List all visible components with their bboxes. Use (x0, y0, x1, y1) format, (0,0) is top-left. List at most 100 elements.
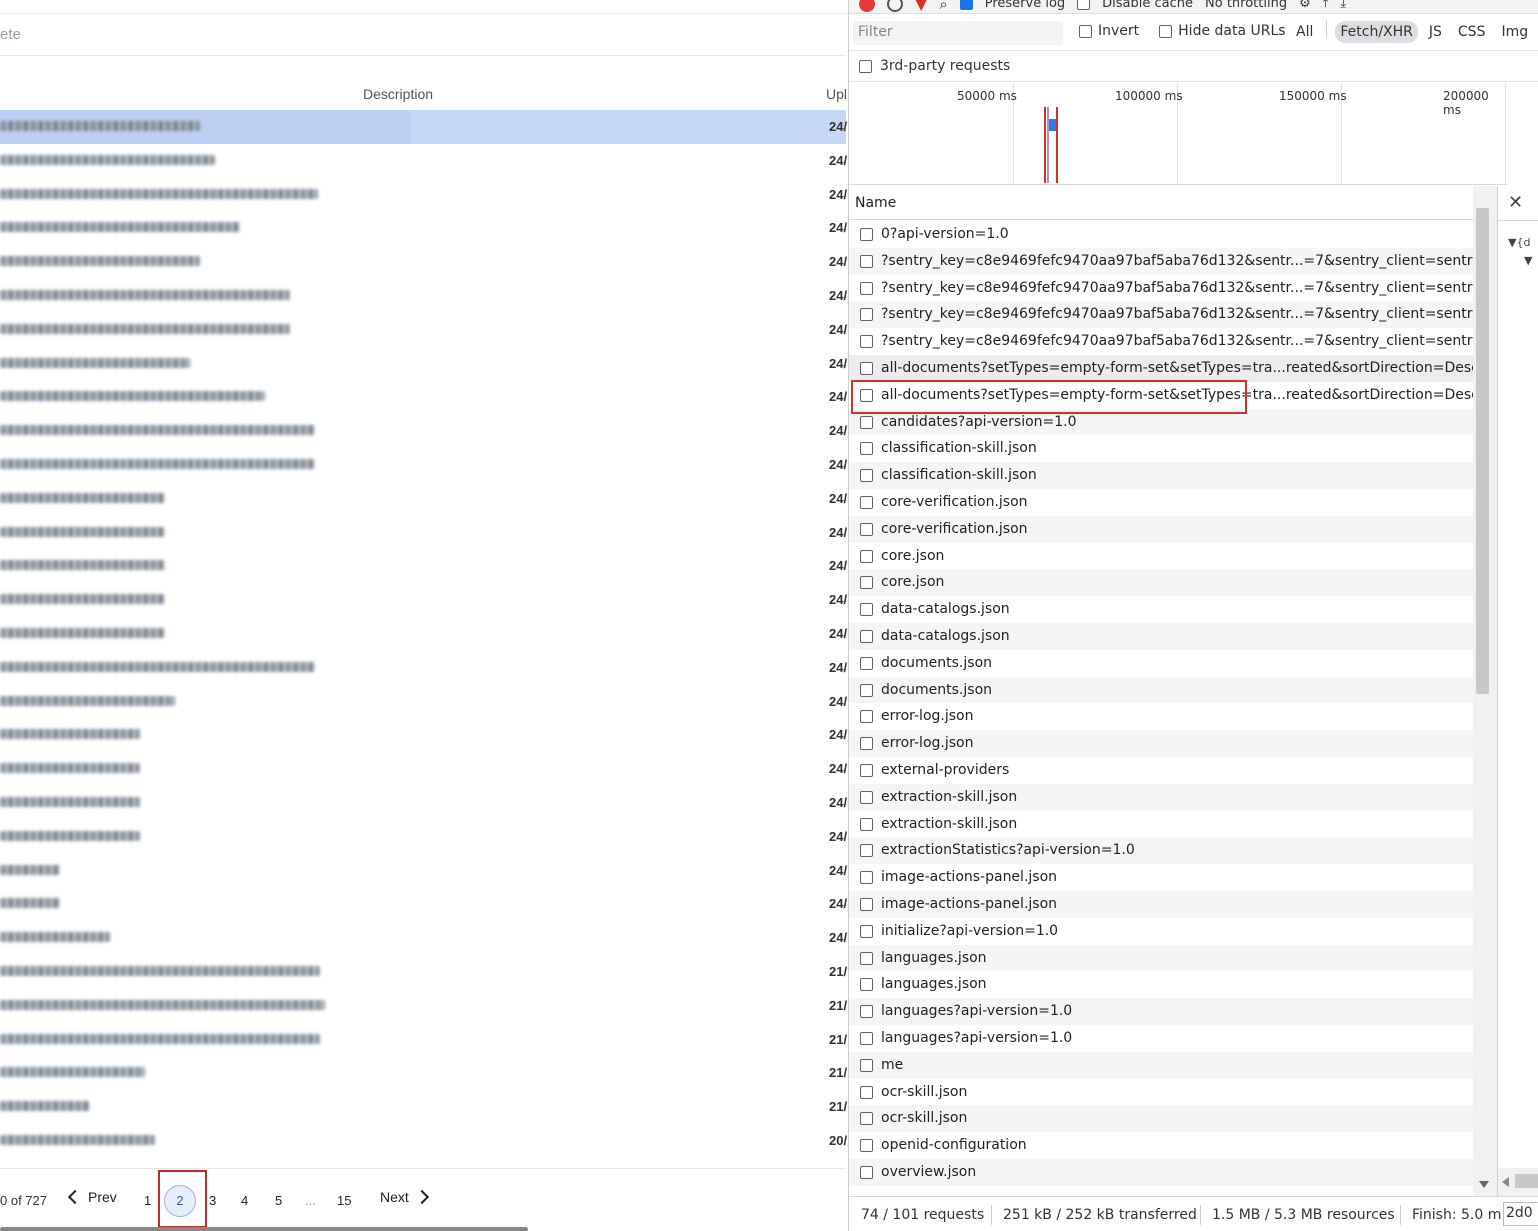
request-row[interactable]: error-log.json (849, 730, 1473, 757)
scroll-down-arrow-icon[interactable] (1479, 1181, 1489, 1188)
table-row[interactable]: 24/ (0, 245, 847, 279)
request-checkbox[interactable] (860, 603, 873, 617)
request-row[interactable]: overview.json (849, 1158, 1473, 1186)
request-row[interactable]: me (849, 1051, 1473, 1079)
request-checkbox[interactable] (860, 1139, 873, 1153)
table-row[interactable]: 24/ (0, 380, 847, 414)
request-row[interactable]: extraction-skill.json (849, 783, 1473, 811)
request-checkbox[interactable] (860, 629, 873, 643)
request-row[interactable]: ?sentry_key=c8e9469fefc9470aa97baf5aba76… (849, 301, 1473, 329)
request-row[interactable]: languages?api-version=1.0 (849, 1025, 1473, 1052)
table-row[interactable]: 24/ (0, 921, 847, 955)
table-row[interactable]: 24/ (0, 516, 847, 550)
table-row[interactable]: 24/ (0, 549, 847, 583)
table-row[interactable]: 24/ (0, 752, 847, 786)
type-filter-css[interactable]: CSS (1453, 21, 1491, 43)
request-row[interactable]: languages.json (849, 971, 1473, 998)
table-row[interactable]: 24/ (0, 110, 847, 144)
detail-horizontal-scrollbar[interactable] (1498, 1168, 1538, 1196)
type-filter-fetch-xhr[interactable]: Fetch/XHR (1335, 21, 1418, 43)
request-row[interactable]: initialize?api-version=1.0 (849, 918, 1473, 945)
name-column-header[interactable]: Name (849, 186, 1488, 220)
vertical-scrollbar[interactable] (1473, 186, 1497, 1196)
search-bar[interactable]: ete (0, 16, 846, 56)
request-checkbox[interactable] (860, 576, 873, 590)
request-row[interactable]: data-catalogs.json (849, 596, 1473, 623)
request-row[interactable]: ocr-skill.json (849, 1079, 1473, 1106)
request-checkbox[interactable] (860, 388, 873, 402)
next-page-button[interactable]: Next (380, 1189, 429, 1205)
request-row[interactable]: languages.json (849, 944, 1473, 972)
table-row[interactable]: 24/ (0, 718, 847, 752)
invert-checkbox[interactable] (1079, 24, 1092, 38)
request-checkbox[interactable] (860, 549, 873, 563)
disable-cache-checkbox[interactable] (1077, 0, 1091, 10)
request-checkbox[interactable] (860, 924, 873, 938)
close-icon[interactable]: ✕ (1508, 192, 1523, 213)
request-row[interactable]: external-providers (849, 757, 1473, 784)
table-row[interactable]: 24/ (0, 786, 847, 820)
settings-gear-icon[interactable]: ⚙ (1299, 0, 1311, 11)
request-row[interactable]: ?sentry_key=c8e9469fefc9470aa97baf5aba76… (849, 247, 1473, 275)
request-checkbox[interactable] (860, 415, 873, 429)
request-checkbox[interactable] (860, 308, 873, 322)
table-row[interactable]: 24/ (0, 414, 847, 448)
request-checkbox[interactable] (860, 817, 873, 831)
import-icon[interactable]: ⤒ (1323, 0, 1329, 11)
request-row[interactable]: 0?api-version=1.0 (849, 221, 1473, 248)
table-row[interactable]: 24/ (0, 583, 847, 617)
table-row[interactable]: 24/ (0, 211, 847, 245)
request-checkbox[interactable] (860, 951, 873, 965)
request-checkbox[interactable] (860, 281, 873, 295)
request-row[interactable]: core.json (849, 569, 1473, 597)
hide-data-urls-checkbox[interactable] (1159, 24, 1173, 38)
request-row[interactable]: image-actions-panel.json (849, 890, 1473, 918)
request-checkbox[interactable] (860, 228, 873, 241)
page-1-button[interactable]: 1 (144, 1193, 151, 1208)
request-checkbox[interactable] (860, 683, 873, 697)
request-checkbox[interactable] (860, 469, 873, 483)
table-row[interactable]: 21/ (0, 1056, 847, 1090)
clear-icon[interactable] (887, 0, 903, 12)
request-checkbox[interactable] (860, 978, 873, 992)
request-row[interactable]: all-documents?setTypes=empty-form-set&se… (849, 382, 1473, 409)
detail-scrollbar-thumb[interactable] (1515, 1174, 1538, 1188)
request-checkbox[interactable] (860, 656, 873, 670)
table-row[interactable]: 24/ (0, 887, 847, 921)
request-checkbox[interactable] (860, 361, 873, 375)
request-row[interactable]: core.json (849, 543, 1473, 570)
table-row[interactable]: 24/ (0, 347, 847, 381)
request-checkbox[interactable] (860, 1005, 873, 1019)
request-row[interactable]: classification-skill.json (849, 435, 1473, 462)
table-row[interactable]: 21/ (0, 955, 847, 989)
table-row[interactable]: 24/ (0, 617, 847, 651)
request-checkbox[interactable] (860, 1058, 873, 1072)
request-checkbox[interactable] (860, 710, 873, 724)
page-15-button[interactable]: 15 (337, 1193, 351, 1208)
request-checkbox[interactable] (860, 495, 873, 509)
table-row[interactable]: 24/ (0, 178, 847, 212)
request-row[interactable]: classification-skill.json (849, 462, 1473, 489)
request-row[interactable]: ocr-skill.json (849, 1105, 1473, 1133)
throttling-select[interactable]: No throttling (1205, 0, 1287, 11)
table-row[interactable]: 24/ (0, 685, 847, 719)
preserve-log-checkbox[interactable] (959, 0, 973, 10)
request-row[interactable]: core-verification.json (849, 489, 1473, 516)
request-checkbox[interactable] (860, 897, 873, 911)
filter-input[interactable]: Filter (853, 21, 1063, 45)
type-filter-js[interactable]: JS (1424, 21, 1447, 43)
request-checkbox[interactable] (860, 1165, 873, 1179)
scroll-left-arrow-icon[interactable] (1502, 1177, 1509, 1187)
page-3-button[interactable]: 3 (209, 1193, 216, 1208)
request-row[interactable]: documents.json (849, 676, 1473, 704)
page-5-button[interactable]: 5 (275, 1193, 282, 1208)
table-row[interactable]: 21/ (0, 1090, 847, 1124)
request-checkbox[interactable] (860, 871, 873, 885)
request-checkbox[interactable] (860, 522, 873, 536)
request-row[interactable]: ?sentry_key=c8e9469fefc9470aa97baf5aba76… (849, 328, 1473, 355)
request-row[interactable]: image-actions-panel.json (849, 864, 1473, 891)
request-checkbox[interactable] (860, 1112, 873, 1126)
request-row[interactable]: languages?api-version=1.0 (849, 998, 1473, 1025)
table-row[interactable]: 24/ (0, 482, 847, 516)
table-row[interactable]: 24/ (0, 820, 847, 854)
